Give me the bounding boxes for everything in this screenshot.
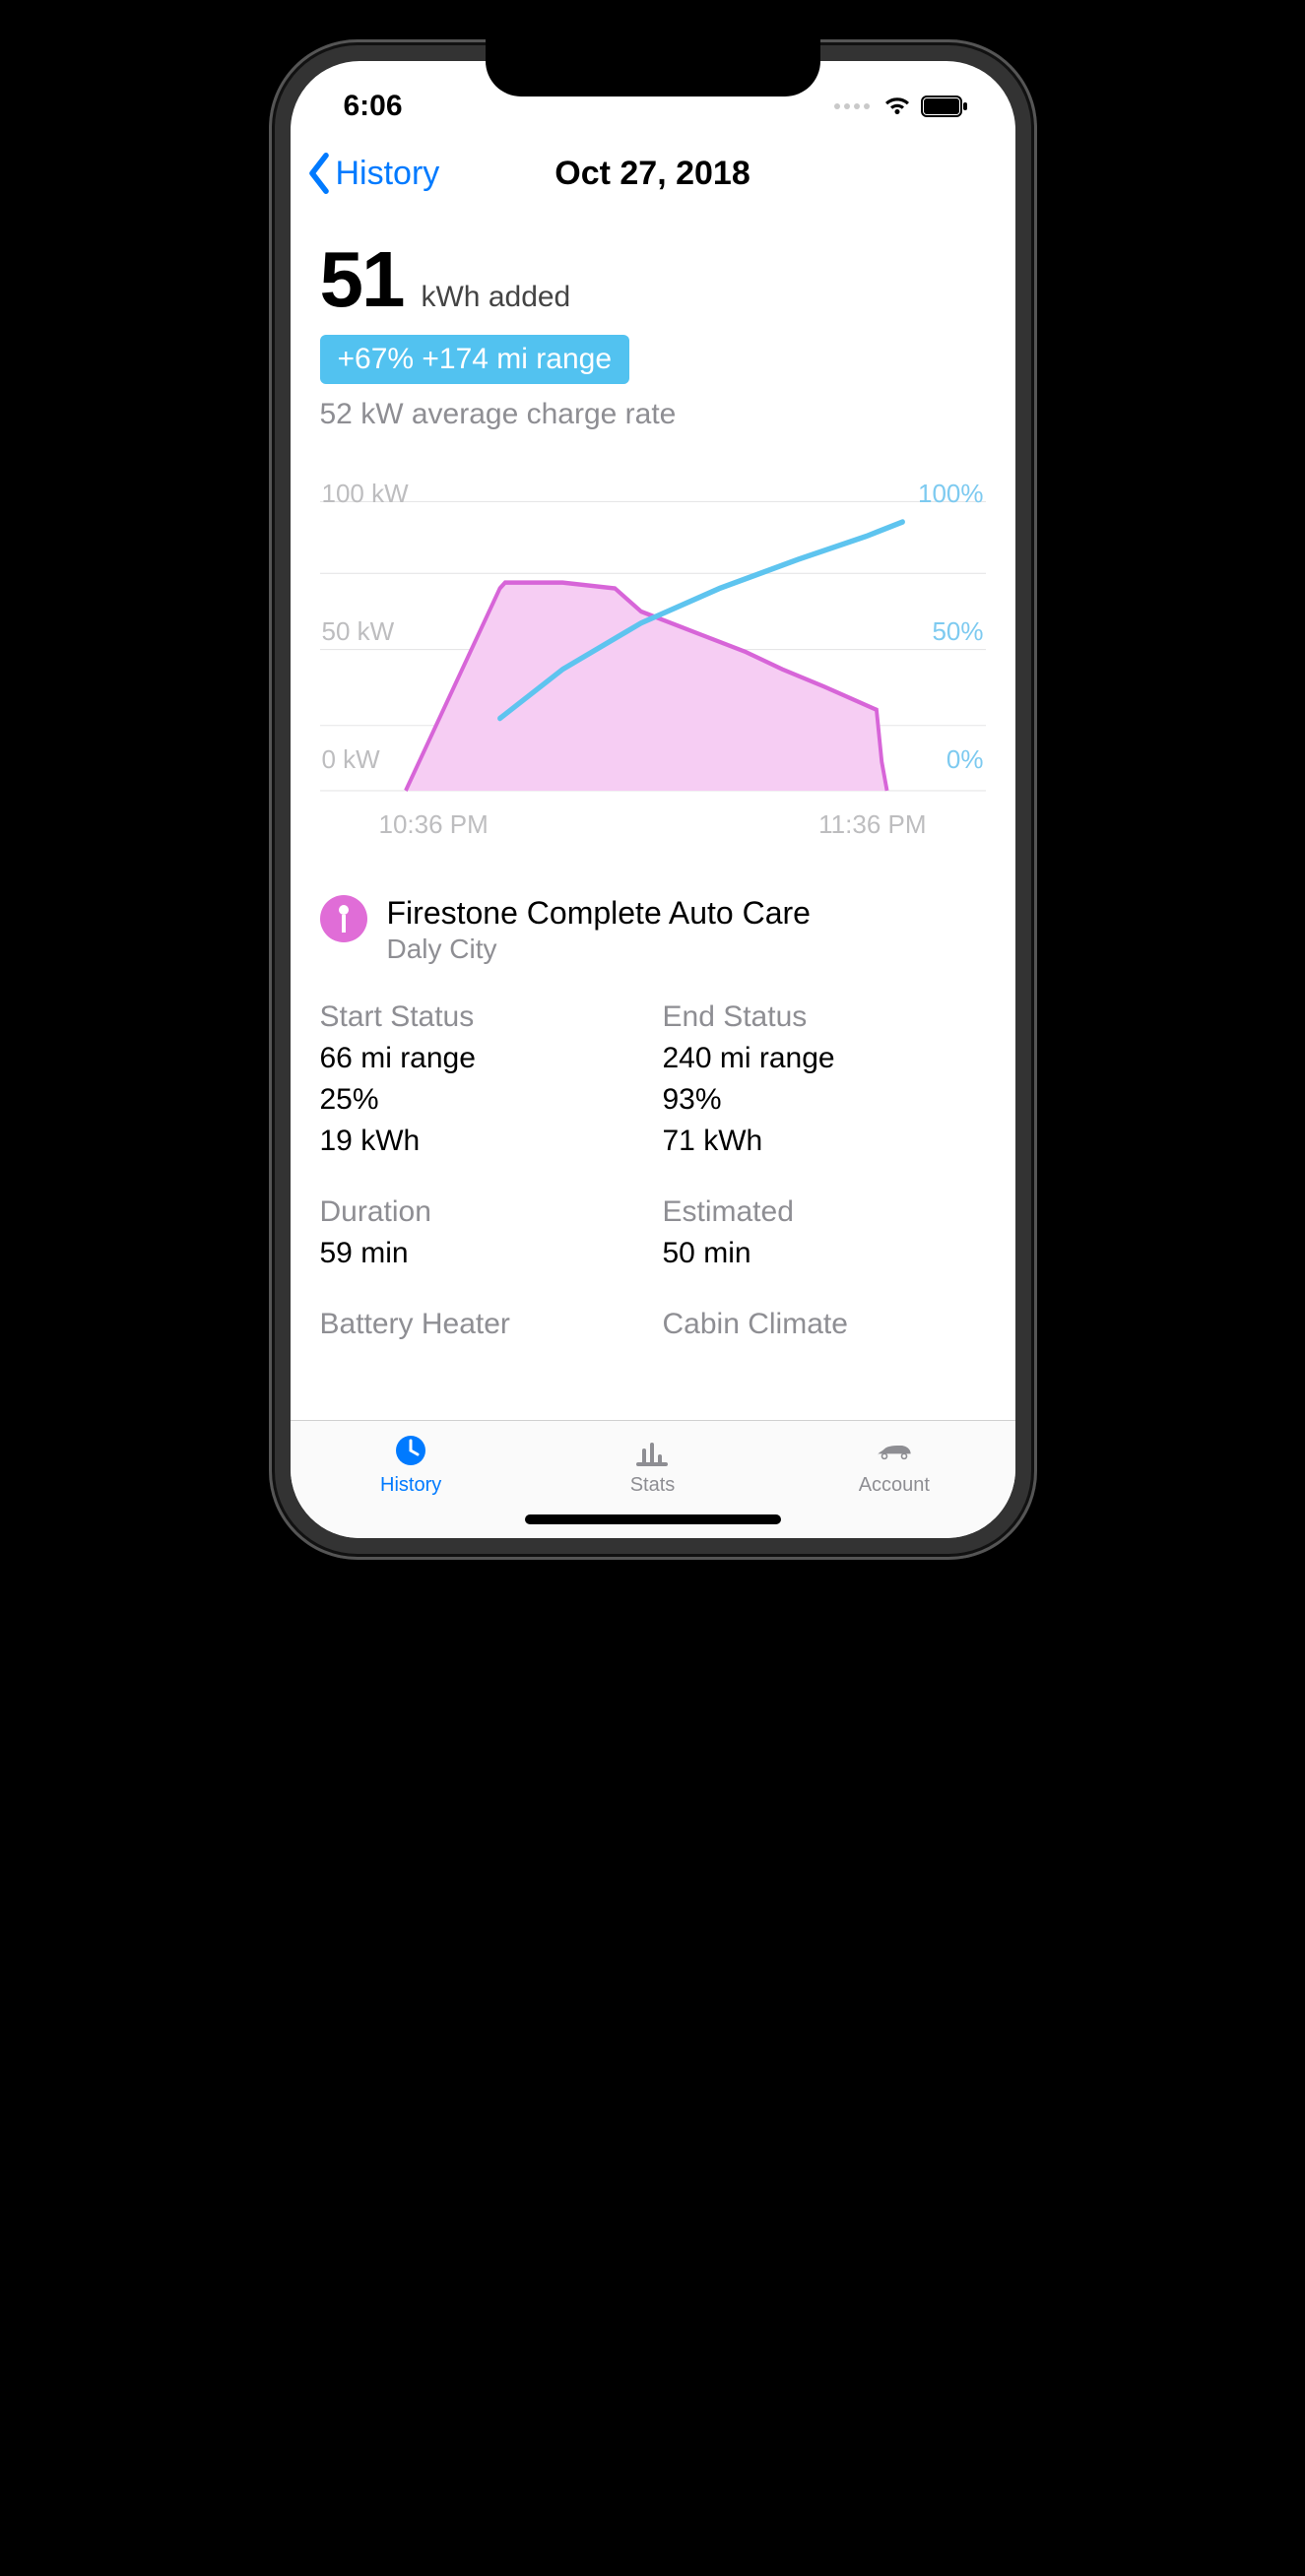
end-status-value-2: 71 kWh [663, 1121, 986, 1162]
end-status-label: End Status [663, 1000, 986, 1034]
y-left-100: 100 kW [322, 479, 409, 509]
cellular-dots-icon [834, 103, 874, 109]
chart-svg [320, 486, 986, 802]
estimated-value: 50 min [663, 1233, 986, 1274]
duration-value: 59 min [320, 1233, 643, 1274]
car-icon [875, 1431, 914, 1470]
end-status-block: End Status 240 mi range 93% 71 kWh [663, 1000, 986, 1162]
home-indicator[interactable] [525, 1514, 781, 1524]
back-button[interactable]: History [306, 138, 440, 209]
kwh-number: 51 [320, 234, 404, 325]
start-status-value-1: 25% [320, 1079, 643, 1121]
tab-account-label: Account [859, 1474, 930, 1497]
start-status-value-0: 66 mi range [320, 1038, 643, 1079]
charge-chart[interactable]: 100 kW 50 kW 0 kW 100% 50% 0% [320, 486, 986, 802]
y-right-0: 0% [946, 744, 984, 775]
start-status-block: Start Status 66 mi range 25% 19 kWh [320, 1000, 643, 1162]
charge-badge: +67% +174 mi range [320, 335, 630, 384]
tab-history[interactable]: History [291, 1431, 532, 1538]
stats-icon [632, 1431, 672, 1470]
start-status-label: Start Status [320, 1000, 643, 1034]
x-tick-end: 11:36 PM [818, 809, 926, 840]
nav-bar: History Oct 27, 2018 [291, 138, 1015, 209]
location-sub: Daly City [387, 934, 811, 965]
x-tick-start: 10:36 PM [379, 809, 489, 840]
kwh-added-row: 51 kWh added [320, 234, 986, 325]
avg-charge-rate: 52 kW average charge rate [320, 398, 986, 431]
tab-stats-label: Stats [630, 1474, 676, 1497]
content: 51 kWh added +67% +174 mi range 52 kW av… [291, 209, 1015, 1420]
status-grid: Start Status 66 mi range 25% 19 kWh End … [320, 1000, 986, 1345]
status-time: 6:06 [344, 90, 403, 123]
page-title: Oct 27, 2018 [555, 155, 750, 193]
tab-bar: History Stats Account [291, 1420, 1015, 1538]
end-status-value-1: 93% [663, 1079, 986, 1121]
estimated-label: Estimated [663, 1195, 986, 1229]
back-label: History [336, 155, 440, 193]
estimated-block: Estimated 50 min [663, 1195, 986, 1274]
battery-heater-block: Battery Heater [320, 1308, 643, 1345]
y-left-0: 0 kW [322, 744, 380, 775]
kwh-unit: kWh added [421, 281, 570, 314]
cabin-climate-label: Cabin Climate [663, 1308, 986, 1341]
cabin-climate-block: Cabin Climate [663, 1308, 986, 1345]
history-icon [391, 1431, 430, 1470]
wifi-icon [883, 97, 911, 116]
location-row[interactable]: Firestone Complete Auto Care Daly City [320, 895, 986, 965]
duration-label: Duration [320, 1195, 643, 1229]
x-axis-ticks: 10:36 PM 11:36 PM [320, 809, 986, 840]
location-pin-icon [320, 895, 367, 942]
end-status-value-0: 240 mi range [663, 1038, 986, 1079]
status-right [834, 96, 968, 117]
tab-account[interactable]: Account [773, 1431, 1014, 1538]
phone-frame: 6:06 History Oct 27, 2018 51 kWh added +… [269, 39, 1037, 1560]
battery-icon [921, 96, 968, 117]
location-text: Firestone Complete Auto Care Daly City [387, 895, 811, 965]
location-name: Firestone Complete Auto Care [387, 895, 811, 932]
y-right-100: 100% [918, 479, 984, 509]
screen: 6:06 History Oct 27, 2018 51 kWh added +… [291, 61, 1015, 1538]
y-left-50: 50 kW [322, 616, 395, 647]
start-status-value-2: 19 kWh [320, 1121, 643, 1162]
tab-history-label: History [380, 1474, 441, 1497]
battery-heater-label: Battery Heater [320, 1308, 643, 1341]
device-notch [486, 39, 820, 97]
y-right-50: 50% [932, 616, 983, 647]
chevron-left-icon [306, 153, 332, 194]
duration-block: Duration 59 min [320, 1195, 643, 1274]
